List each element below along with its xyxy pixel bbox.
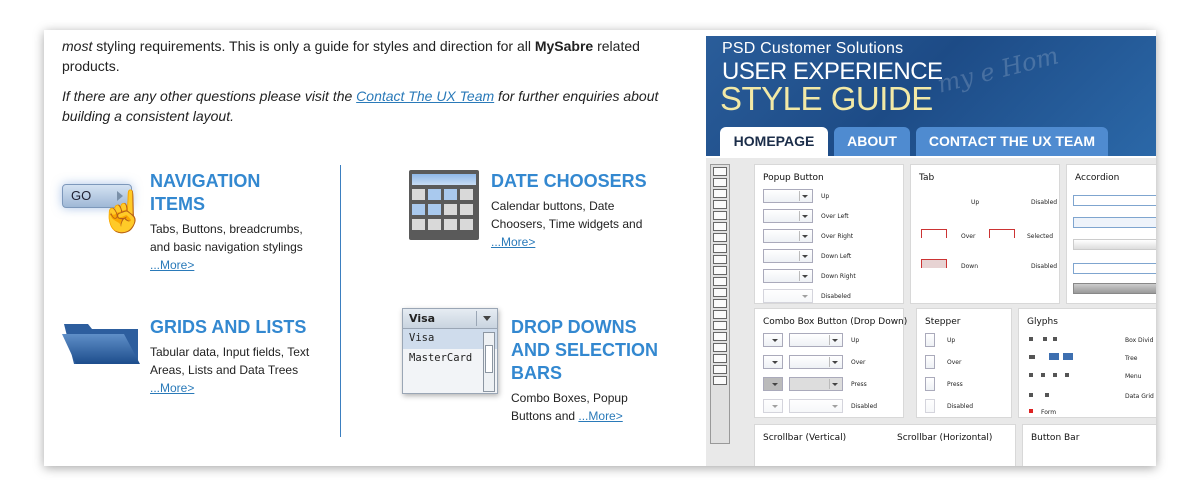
panel-title: Stepper bbox=[925, 317, 961, 327]
state-label: Disabled bbox=[1031, 199, 1058, 206]
banner-scribble: my e Hom bbox=[934, 41, 1062, 99]
banner-subtitle: PSD Customer Solutions bbox=[722, 40, 904, 57]
style-guide-sheet: Popup Button Up Over Left Over Right Dow… bbox=[706, 158, 1156, 466]
glyph-label: Data Grid bbox=[1125, 393, 1154, 400]
more-link[interactable]: ...More> bbox=[578, 409, 622, 423]
contact-text-a: If there are any other questions please … bbox=[62, 88, 357, 104]
state-label: Selected bbox=[1027, 233, 1054, 240]
state-label: Over bbox=[851, 359, 866, 366]
panel-title: Scrollbar (Vertical) bbox=[763, 433, 847, 443]
calendar-grid-icon bbox=[409, 170, 479, 240]
glyph-label: Box Divid bbox=[1125, 337, 1154, 344]
more-link[interactable]: ...More> bbox=[150, 381, 194, 395]
state-label: Disabeled bbox=[821, 293, 851, 300]
intro-text-a: styling requirements. This is only a gui… bbox=[92, 38, 535, 54]
state-label: Up bbox=[851, 337, 860, 344]
panel-button-bar: Button Bar bbox=[1022, 424, 1156, 466]
feature-desc-text: Tabs, Buttons, breadcrumbs, and basic na… bbox=[150, 222, 303, 254]
state-label: Up bbox=[971, 199, 980, 206]
column-divider bbox=[340, 165, 341, 437]
state-label: Up bbox=[821, 193, 830, 200]
panel-title: Scrollbar (Horizontal) bbox=[897, 433, 993, 443]
panel-title: Popup Button bbox=[763, 173, 824, 183]
panel-combo-box: Combo Box Button (Drop Down) Up Over Pre… bbox=[754, 308, 908, 418]
banner-title-2: STYLE GUIDE bbox=[720, 80, 933, 117]
state-label: Down Right bbox=[821, 273, 856, 280]
panel-title: Combo Box Button (Drop Down) bbox=[763, 317, 908, 327]
go-label: GO bbox=[71, 188, 92, 203]
state-label: Over Right bbox=[821, 233, 854, 240]
dropdown-head: Visa bbox=[403, 309, 497, 329]
folder-icon bbox=[62, 324, 140, 364]
feature-navigation: Navigation Items Tabs, Buttons, breadcru… bbox=[150, 170, 320, 274]
panel-glyphs: Glyphs Box Divid Tree Menu Data Grid For… bbox=[1018, 308, 1156, 418]
contact-ux-team-link[interactable]: Contact The UX Team bbox=[356, 88, 494, 104]
state-label: Over bbox=[947, 359, 962, 366]
style-guide-banner: PSD Customer Solutions USER EXPERIENCE S… bbox=[706, 36, 1156, 156]
dropdown-list-icon: Visa Visa MasterCard bbox=[402, 308, 498, 394]
panel-stepper: Stepper Up Over Press Disabled bbox=[916, 308, 1012, 418]
style-guide-screenshot: PSD Customer Solutions USER EXPERIENCE S… bbox=[706, 36, 1156, 466]
state-label: Down Left bbox=[821, 253, 852, 260]
state-label: Over Left bbox=[821, 213, 849, 220]
more-link[interactable]: ...More> bbox=[491, 235, 535, 249]
feature-description: Calendar buttons, Date Choosers, Time wi… bbox=[491, 197, 661, 251]
intro-paragraph-1: most styling requirements. This is only … bbox=[62, 36, 682, 76]
panel-tab: Tab Up Disabled Over Selected Down Disab… bbox=[910, 164, 1060, 304]
state-label: Up bbox=[947, 337, 956, 344]
feature-title[interactable]: Navigation Items bbox=[150, 170, 320, 216]
state-label: Down bbox=[961, 263, 979, 270]
content-card: most styling requirements. This is only … bbox=[44, 30, 1156, 466]
feature-title[interactable]: Grids and Lists bbox=[150, 316, 330, 339]
tab-homepage[interactable]: HOMEPAGE bbox=[720, 127, 828, 156]
glyph-label: Form bbox=[1041, 409, 1057, 416]
intro-paragraph-2: If there are any other questions please … bbox=[62, 86, 682, 126]
feature-date-choosers: Date Choosers Calendar buttons, Date Cho… bbox=[491, 170, 661, 251]
dropdown-selected: Visa bbox=[409, 312, 436, 325]
feature-desc-text: Tabular data, Input fields, Text Areas, … bbox=[150, 345, 310, 377]
glyph-label: Tree bbox=[1125, 355, 1138, 362]
state-label: Disabled bbox=[851, 403, 878, 410]
panel-popup-button: Popup Button Up Over Left Over Right Dow… bbox=[754, 164, 904, 304]
panel-title: Accordion bbox=[1075, 173, 1120, 183]
panel-title: Button Bar bbox=[1031, 433, 1080, 443]
state-label: Over bbox=[961, 233, 976, 240]
hand-cursor-icon: ☝ bbox=[98, 190, 148, 234]
intro-text: most styling requirements. This is only … bbox=[62, 36, 682, 136]
tab-contact-ux-team[interactable]: CONTACT THE UX TEAM bbox=[916, 127, 1108, 156]
toolbox-palette bbox=[710, 164, 730, 444]
panel-title: Glyphs bbox=[1027, 317, 1058, 327]
feature-description: Combo Boxes, Popup Buttons and ...More> bbox=[511, 389, 661, 425]
panel-scrollbars: Scrollbar (Vertical) Scrollbar (Horizont… bbox=[754, 424, 1016, 466]
tab-about[interactable]: ABOUT bbox=[834, 127, 910, 156]
state-label: Press bbox=[947, 381, 963, 388]
more-link[interactable]: ...More> bbox=[150, 258, 194, 272]
state-label: Disabled bbox=[1031, 263, 1058, 270]
state-label: Disabled bbox=[947, 403, 974, 410]
state-label: Press bbox=[851, 381, 867, 388]
feature-title[interactable]: Drop Downs and Selection Bars bbox=[511, 316, 661, 385]
intro-brand: MySabre bbox=[534, 38, 594, 54]
feature-description: Tabs, Buttons, breadcrumbs, and basic na… bbox=[150, 220, 320, 274]
go-button-cursor-icon: GO ☝ bbox=[62, 178, 148, 250]
scrollbar-icon bbox=[483, 332, 495, 392]
feature-grids-lists: Grids and Lists Tabular data, Input fiel… bbox=[150, 316, 330, 397]
chevron-down-icon bbox=[483, 316, 491, 321]
panel-title: Tab bbox=[919, 173, 935, 183]
feature-title[interactable]: Date Choosers bbox=[491, 170, 661, 193]
feature-description: Tabular data, Input fields, Text Areas, … bbox=[150, 343, 330, 397]
intro-italic: most bbox=[62, 38, 93, 54]
feature-desc-text: Calendar buttons, Date Choosers, Time wi… bbox=[491, 199, 643, 231]
feature-drop-downs: Drop Downs and Selection Bars Combo Boxe… bbox=[511, 316, 661, 425]
glyph-label: Menu bbox=[1125, 373, 1142, 380]
panel-accordion: Accordion bbox=[1066, 164, 1156, 304]
